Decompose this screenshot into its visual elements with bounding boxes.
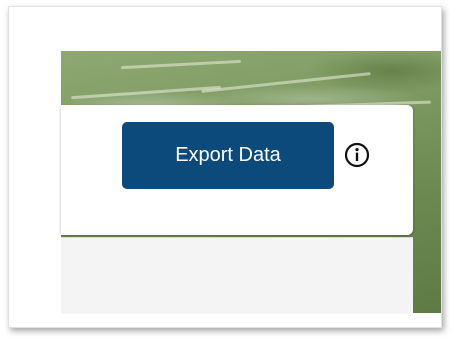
window-frame: Export Data bbox=[8, 6, 442, 328]
info-icon[interactable] bbox=[343, 141, 371, 169]
export-data-button[interactable]: Export Data bbox=[122, 122, 334, 189]
panel-lower-section bbox=[61, 237, 413, 314]
